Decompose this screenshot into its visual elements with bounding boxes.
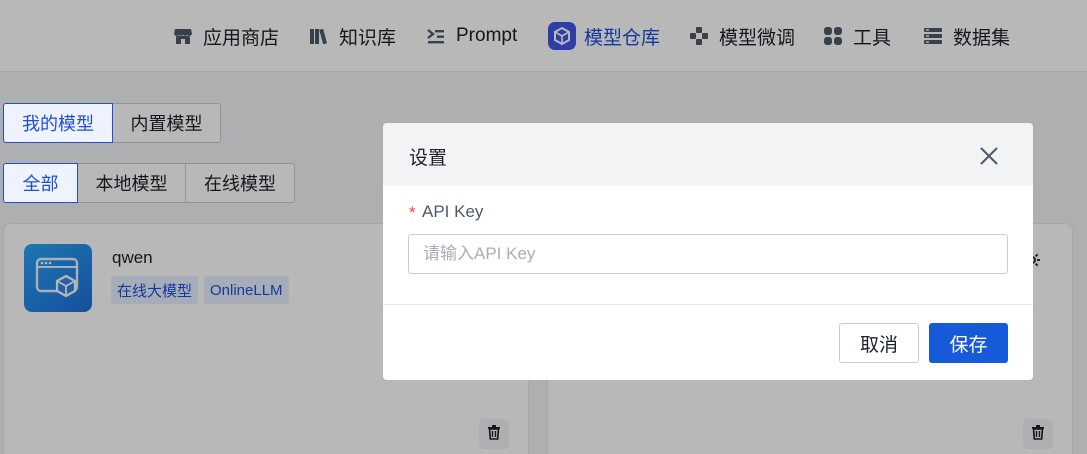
tab-all[interactable]: 全部: [3, 163, 78, 203]
tab-my-models[interactable]: 我的模型: [3, 103, 113, 143]
save-button[interactable]: 保存: [929, 323, 1008, 363]
divider: [383, 304, 1033, 305]
api-key-input[interactable]: [408, 234, 1008, 274]
required-mark: *: [409, 203, 416, 222]
settings-dialog: 设置 * API Key 取消 保存: [383, 123, 1033, 380]
cancel-button[interactable]: 取消: [839, 323, 919, 363]
close-icon: [978, 147, 1000, 171]
dialog-header: 设置: [383, 123, 1033, 186]
api-key-label: API Key: [422, 202, 484, 221]
close-button[interactable]: [978, 145, 1000, 167]
dialog-title: 设置: [409, 148, 448, 169]
